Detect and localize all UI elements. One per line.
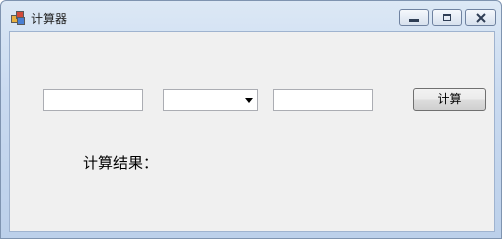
app-icon bbox=[11, 11, 25, 25]
calculate-button[interactable]: 计算 bbox=[413, 88, 486, 111]
minimize-button[interactable] bbox=[399, 9, 429, 26]
close-button[interactable] bbox=[465, 9, 496, 26]
operator-select[interactable] bbox=[163, 89, 258, 111]
title-bar[interactable]: 计算器 bbox=[1, 1, 501, 31]
operand2-input[interactable] bbox=[273, 89, 373, 111]
close-icon bbox=[476, 13, 486, 23]
form-client-area: 计算 计算结果： bbox=[9, 31, 495, 232]
chevron-down-icon bbox=[245, 98, 253, 103]
minimize-icon bbox=[409, 19, 419, 22]
maximize-button[interactable] bbox=[432, 9, 462, 26]
result-label: 计算结果： bbox=[83, 154, 159, 172]
maximize-icon bbox=[443, 14, 451, 21]
app-window: 计算器 计算 计算结果： bbox=[0, 0, 502, 239]
operand1-input[interactable] bbox=[43, 89, 143, 111]
window-title: 计算器 bbox=[31, 12, 68, 26]
